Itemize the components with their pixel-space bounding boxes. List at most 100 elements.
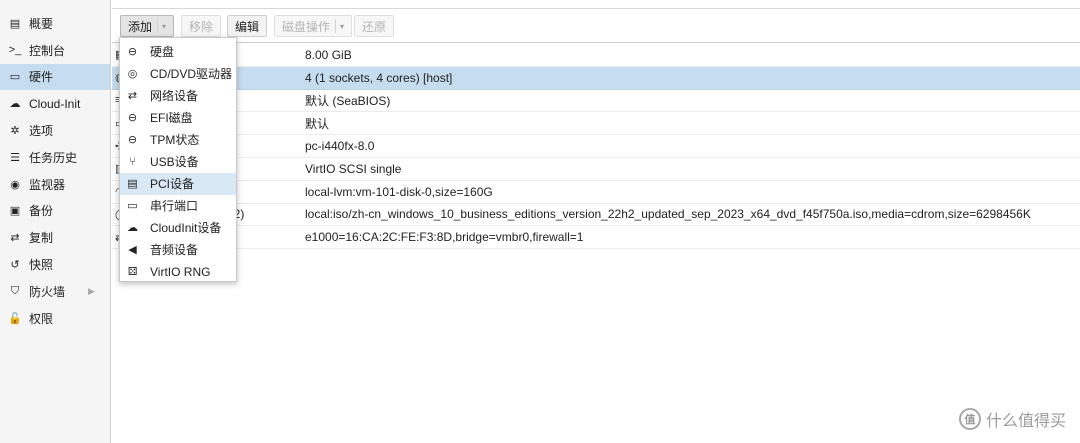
sidebar-item-label: 快照 — [29, 258, 54, 273]
row-value: VirtIO SCSI single — [305, 161, 402, 176]
menu-item[interactable]: ⇄ 网络设备 — [120, 84, 236, 106]
sidebar-item-label: 控制台 — [29, 43, 66, 58]
sidebar-item[interactable]: ✲ 选项 — [0, 117, 110, 144]
menu-item[interactable]: ⊖ TPM状态 — [120, 128, 236, 150]
menu-item-label: USB设备 — [150, 155, 199, 170]
sidebar-item[interactable]: ▭ 硬件 — [0, 63, 110, 91]
sidebar-item-label: 概要 — [29, 16, 54, 31]
sidebar-item[interactable]: ▣ 备份 — [0, 198, 110, 225]
menu-item-label: 串行端口 — [150, 199, 199, 214]
sidebar-item-label: 复制 — [29, 231, 54, 246]
row-value: local:iso/zh-cn_windows_10_business_edit… — [305, 207, 1031, 222]
cloud-icon: ☁ — [127, 222, 138, 235]
sidebar-item-label: 备份 — [29, 204, 54, 219]
menu-item[interactable]: ▭ 串行端口 — [120, 195, 236, 217]
row-value: local-lvm:vm-101-disk-0,size=160G — [305, 184, 493, 199]
row-value: 默认 (SeaBIOS) — [305, 93, 391, 108]
harddisk-icon: ⊖ — [127, 45, 138, 58]
table-row[interactable]: ▦8.00 GiB — [112, 44, 1080, 67]
revert-button[interactable]: 还原 — [354, 15, 395, 37]
row-value: 默认 — [305, 116, 330, 131]
sidebar-item-label: 权限 — [29, 311, 54, 326]
notebook-icon: ▤ — [9, 17, 21, 30]
add-button[interactable]: 添加 ▾ — [120, 15, 175, 37]
shield-icon: ⛉ — [10, 284, 20, 297]
menu-item-label: 硬盘 — [150, 44, 175, 59]
table-row[interactable]: ◍4 (1 sockets, 4 cores) [host] — [112, 66, 1080, 90]
hardware-toolbar: 添加 ▾ 移除 编辑 磁盘操作 ▾ 还原 — [112, 9, 1080, 43]
menu-item-label: TPM状态 — [150, 132, 200, 147]
sidebar-item[interactable]: ⇄ 复制 — [0, 224, 110, 251]
terminal-icon: >_ — [8, 44, 22, 57]
menu-item[interactable]: ⊖ EFI磁盘 — [120, 106, 236, 128]
sidebar-item[interactable]: 🔓 权限 — [0, 305, 110, 332]
add-button-label: 添加 — [128, 19, 153, 34]
table-row[interactable]: ◯e2)local:iso/zh-cn_windows_10_business_… — [112, 204, 1080, 227]
row-value: 4 (1 sockets, 4 cores) [host] — [305, 70, 453, 85]
row-value: 8.00 GiB — [305, 47, 352, 62]
sidebar-item[interactable]: ◉ 监视器 — [0, 171, 110, 198]
menu-item-label: CD/DVD驱动器 — [150, 66, 233, 81]
sidebar-item[interactable]: ▤ 概要 — [0, 10, 110, 37]
sidebar-item-label: 任务历史 — [29, 150, 78, 165]
sidebar-item[interactable]: >_ 控制台 — [0, 37, 110, 64]
menu-item[interactable]: ◎ CD/DVD驱动器 — [120, 62, 236, 84]
edit-button-label: 编辑 — [235, 19, 260, 34]
menu-item[interactable]: ☁ CloudInit设备 — [120, 217, 236, 239]
sidebar-item-label: 硬件 — [29, 70, 54, 85]
chevron-right-icon[interactable]: ▶ — [88, 286, 95, 297]
usb-icon: ⑂ — [129, 155, 136, 168]
sidebar-item-label: Cloud-Init — [29, 96, 81, 111]
sidebar: ▤ 概要 >_ 控制台 ▭ 硬件 ☁ Cloud-Init ✲ 选项 ☰ 任务历史 ◉ 监视器 ▣ 备份 ⇄ 复制… — [0, 0, 111, 443]
edit-button[interactable]: 编辑 — [227, 15, 268, 37]
menu-item-label: PCI设备 — [150, 177, 195, 192]
table-row[interactable]: ⇄e1000=16:CA:2C:FE:F3:8D,bridge=vmbr0,fi… — [112, 226, 1080, 250]
pci-card-icon: ▤ — [127, 178, 138, 191]
table-row[interactable]: ▥VirtIO SCSI single — [112, 158, 1080, 181]
table-row[interactable]: ✣pc-i440fx-8.0 — [112, 135, 1080, 158]
table-row[interactable]: ▭默认 — [112, 112, 1080, 136]
menu-item[interactable]: ⊖ 硬盘 — [120, 40, 236, 62]
menu-item[interactable]: ⚄ VirtIO RNG — [120, 261, 236, 283]
cloud-icon: ☁ — [9, 98, 21, 111]
sidebar-item-label: 监视器 — [29, 177, 66, 192]
sidebar-item-label: 选项 — [29, 124, 54, 139]
row-value: e1000=16:CA:2C:FE:F3:8D,bridge=vmbr0,fir… — [305, 230, 584, 245]
monitor-icon: ▭ — [9, 71, 21, 84]
watermark-text: 什么值得买 — [985, 413, 1066, 430]
speaker-icon: ◀ — [128, 244, 137, 257]
sidebar-item[interactable]: ↺ 快照 — [0, 251, 110, 278]
history-icon: ↺ — [10, 259, 20, 272]
exchange-icon: ⇄ — [127, 89, 138, 102]
harddisk-icon: ⊖ — [127, 133, 138, 146]
sidebar-item[interactable]: ☰ 任务历史 — [0, 144, 110, 171]
menu-item-label: EFI磁盘 — [150, 110, 193, 125]
retweet-icon: ⇄ — [10, 232, 20, 245]
table-row[interactable]: ≡默认 (SeaBIOS) — [112, 90, 1080, 113]
eye-icon: ◉ — [10, 178, 20, 191]
menu-item-label: 音频设备 — [150, 243, 199, 258]
floppy-icon: ▣ — [9, 205, 21, 218]
serial-port-icon: ▭ — [127, 200, 138, 213]
gear-icon: ✲ — [10, 125, 20, 138]
row-value: pc-i440fx-8.0 — [305, 139, 375, 154]
revert-button-label: 还原 — [362, 19, 387, 34]
menu-item[interactable]: ◀ 音频设备 — [120, 239, 236, 261]
harddisk-icon: ⊖ — [127, 111, 138, 124]
watermark-logo: 值 — [958, 408, 981, 430]
menu-item-label: 网络设备 — [150, 88, 199, 103]
remove-button[interactable]: 移除 — [181, 15, 222, 37]
disk-action-button[interactable]: 磁盘操作 ▾ — [274, 15, 353, 37]
menu-item[interactable]: ⑂ USB设备 — [120, 150, 236, 172]
add-menu: ⊖ 硬盘 ◎ CD/DVD驱动器 ⇄ 网络设备 ⊖ EFI磁盘 ⊖ TPM状态 ⑂ USB设备 ▤ PCI… — [119, 37, 237, 282]
cdrom-icon: ◎ — [127, 67, 138, 80]
menu-item[interactable]: ▤ PCI设备 — [120, 172, 236, 195]
menu-item-label: VirtIO RNG — [150, 264, 211, 279]
main-panel: 添加 ▾ 移除 编辑 磁盘操作 ▾ 还原 ▦8.00 GiB◍4 (1 sock… — [112, 0, 1080, 443]
unlock-icon: 🔓 — [8, 312, 22, 325]
disk-action-button-label: 磁盘操作 — [282, 19, 331, 34]
dice-icon: ⚄ — [127, 266, 138, 279]
sidebar-item[interactable]: ☁ Cloud-Init — [0, 90, 110, 117]
sidebar-item[interactable]: ⛉ 防火墙 ▶ — [0, 278, 110, 305]
table-row[interactable]: ◠local-lvm:vm-101-disk-0,size=160G — [112, 181, 1080, 204]
